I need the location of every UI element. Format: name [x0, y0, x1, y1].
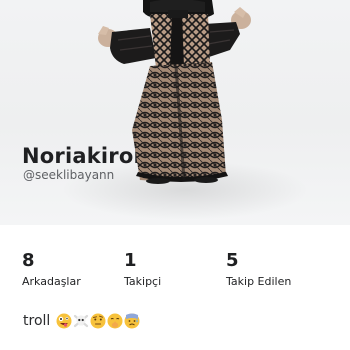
bio-emojis	[56, 313, 140, 329]
stat-following[interactable]: 5 Takip Edilen	[226, 250, 291, 288]
shushing-face-emoji-icon	[107, 313, 123, 329]
avatar-hero: Noriakiroha @seeklibayann	[0, 0, 350, 225]
stat-following-label: Takip Edilen	[226, 275, 292, 288]
skull-crossbones-emoji-icon	[74, 314, 89, 328]
bio-text: troll	[23, 313, 51, 329]
anxious-sweat-face-emoji-icon	[124, 313, 140, 329]
stat-friends-label: Arkadaşlar	[22, 275, 81, 288]
stat-friends-count: 8	[22, 250, 35, 271]
bio: troll	[23, 313, 140, 329]
stat-followers[interactable]: 1 Takipçi	[124, 250, 161, 288]
stat-friends[interactable]: 8 Arkadaşlar	[22, 250, 81, 288]
stat-following-count: 5	[226, 250, 239, 271]
zany-face-emoji-icon	[56, 313, 72, 329]
stat-followers-label: Takipçi	[124, 275, 162, 288]
avatar-3d-render	[98, 0, 251, 184]
raised-eyebrow-face-emoji-icon	[90, 313, 106, 329]
stat-followers-count: 1	[124, 250, 137, 271]
